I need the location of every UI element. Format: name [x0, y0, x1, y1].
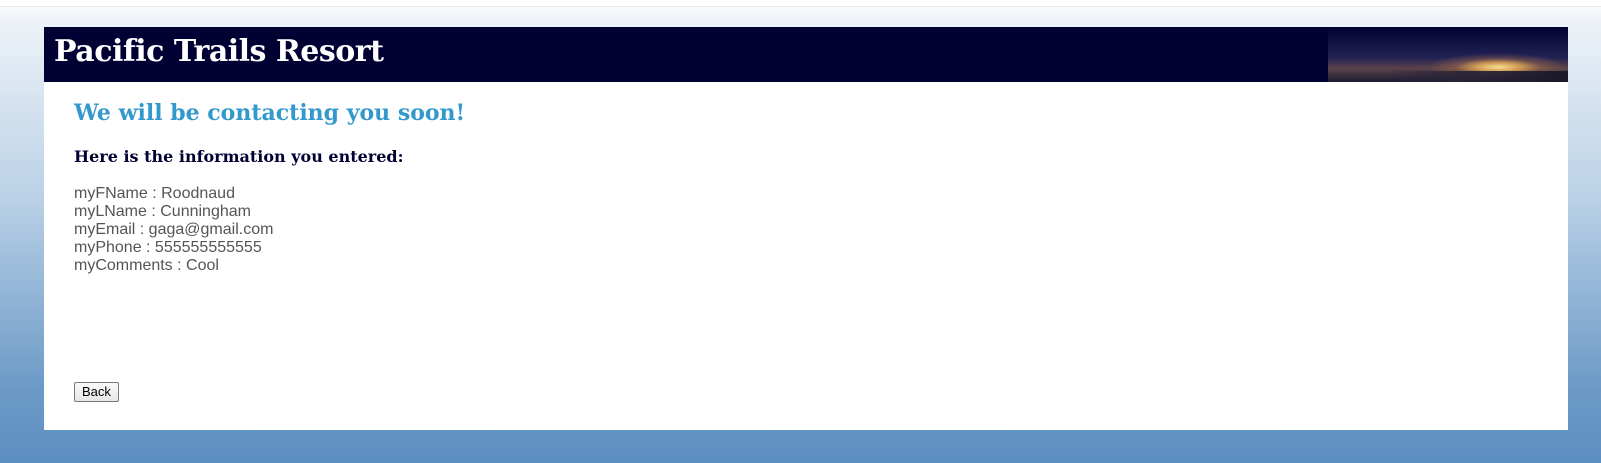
- confirmation-headline: We will be contacting you soon!: [74, 100, 466, 126]
- site-header: Pacific Trails Resort: [44, 27, 1568, 82]
- submitted-info-list: myFName : Roodnaud myLName : Cunningham …: [74, 185, 273, 275]
- info-entry-email: myEmail : gaga@gmail.com: [74, 221, 274, 238]
- info-entry-phone: myPhone : 555555555555: [74, 239, 262, 256]
- page-wrapper: Pacific Trails Resort We will be contact…: [44, 27, 1568, 430]
- info-entry-last-name: myLName : Cunningham: [74, 203, 251, 220]
- info-subheading: Here is the information you entered:: [74, 147, 404, 166]
- site-title: Pacific Trails Resort: [54, 34, 384, 69]
- back-button[interactable]: Back: [74, 382, 119, 402]
- sunset-horizon: [1388, 71, 1568, 82]
- info-entry-comments: myComments : Cool: [74, 257, 219, 274]
- browser-top-strip: [0, 0, 1601, 7]
- info-entry-first-name: myFName : Roodnaud: [74, 185, 235, 202]
